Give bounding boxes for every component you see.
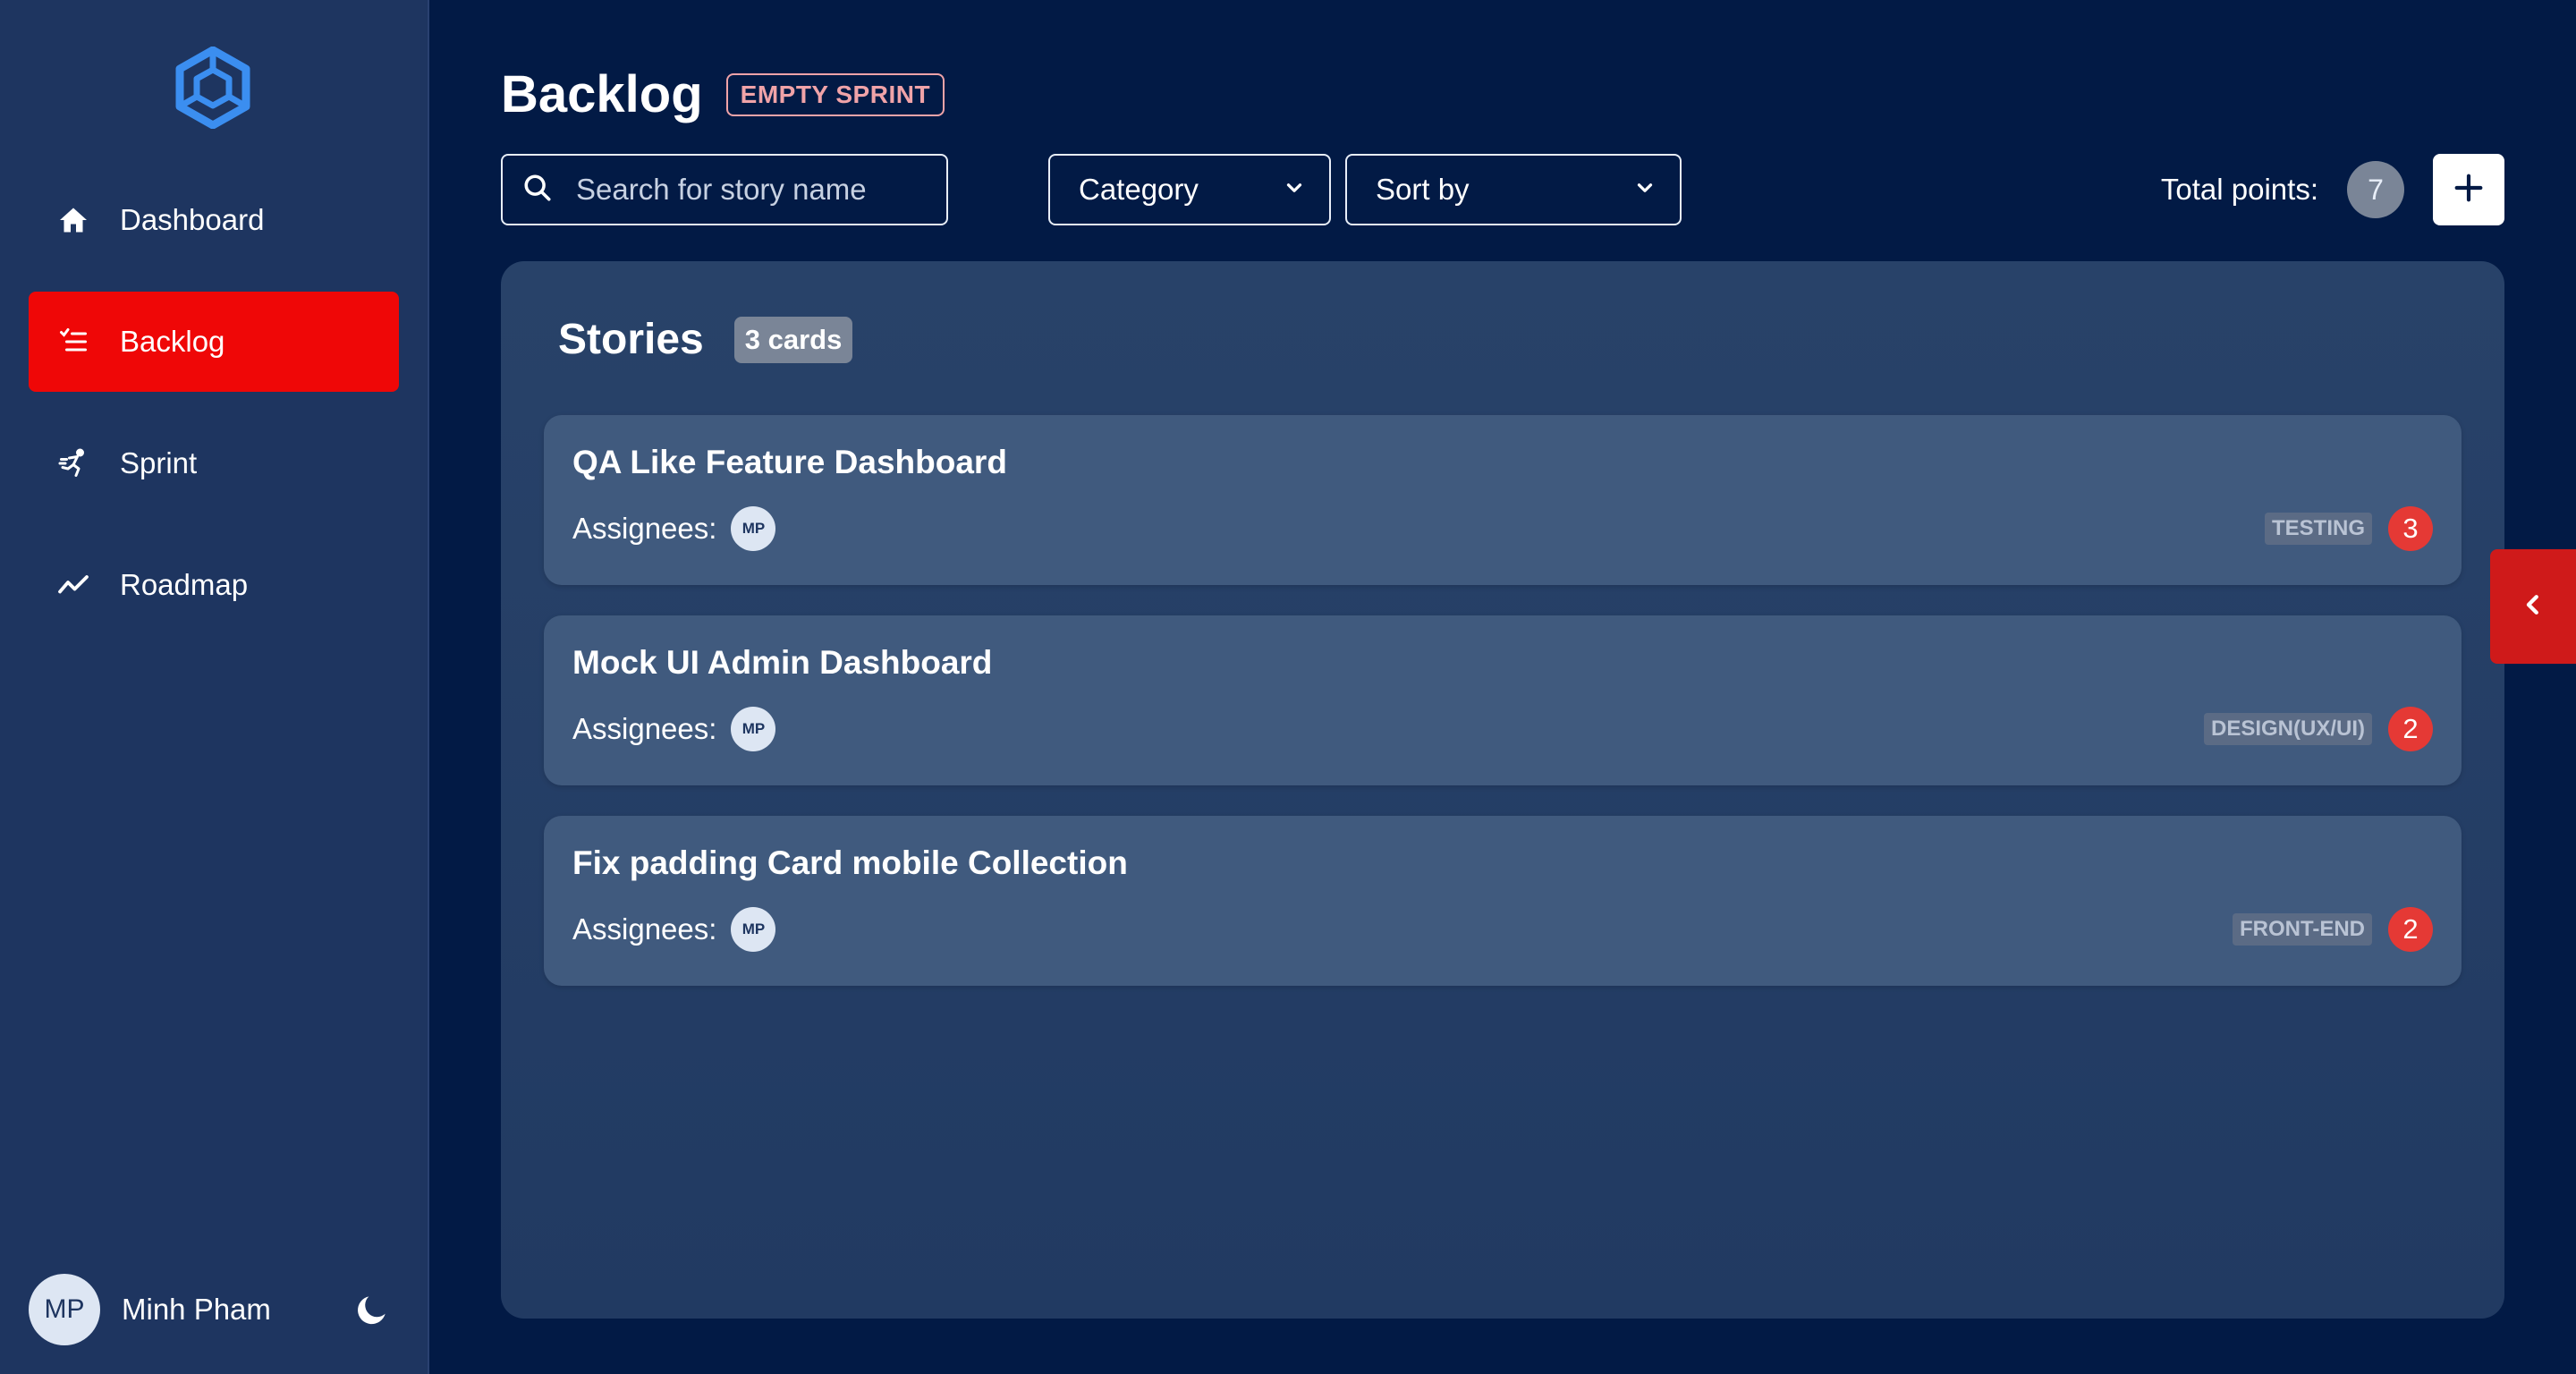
category-select-label: Category: [1079, 173, 1199, 206]
story-card[interactable]: QA Like Feature Dashboard Assignees: MP …: [544, 415, 2462, 585]
card-count-badge: 3 cards: [733, 316, 853, 363]
chevron-left-icon: [2520, 591, 2546, 623]
story-title: Fix padding Card mobile Collection: [572, 844, 1128, 881]
assignees-label: Assignees:: [572, 512, 717, 545]
search-box[interactable]: [501, 154, 948, 225]
sidebar-item-roadmap[interactable]: Roadmap: [29, 535, 399, 635]
board-header: Stories 3 cards: [558, 315, 853, 364]
sidebar-item-label: Roadmap: [120, 568, 249, 601]
page-title: Backlog: [501, 65, 703, 123]
sprint-status-badge: EMPTY SPRINT: [725, 72, 945, 116]
assignees-label: Assignees:: [572, 912, 717, 946]
story-assignees: Assignees: MP: [572, 506, 776, 551]
moon-icon[interactable]: [352, 1290, 392, 1329]
board-title: Stories: [558, 316, 704, 363]
running-icon: [57, 447, 89, 479]
list-check-icon: [57, 326, 89, 358]
assignees-label: Assignees:: [572, 712, 717, 745]
sidebar-item-label: Dashboard: [120, 203, 265, 236]
avatar[interactable]: MP: [731, 707, 776, 751]
sidebar-item-backlog[interactable]: Backlog: [29, 292, 399, 392]
page-header: Backlog EMPTY SPRINT: [501, 64, 945, 124]
chevron-down-icon: [1283, 173, 1306, 207]
story-points-badge: 2: [2388, 707, 2433, 751]
story-title: QA Like Feature Dashboard: [572, 444, 1007, 480]
story-list: QA Like Feature Dashboard Assignees: MP …: [544, 415, 2462, 1016]
sort-select-label: Sort by: [1376, 173, 1470, 206]
main-content: Backlog EMPTY SPRINT Category Sort by: [429, 0, 2576, 1374]
story-card[interactable]: Fix padding Card mobile Collection Assig…: [544, 816, 2462, 986]
avatar[interactable]: MP: [731, 907, 776, 952]
sidebar-item-label: Backlog: [120, 325, 225, 358]
trend-line-icon: [57, 569, 89, 601]
category-tag: DESIGN(UX/UI): [2203, 713, 2372, 745]
category-select[interactable]: Category: [1048, 154, 1331, 225]
sort-select[interactable]: Sort by: [1345, 154, 1682, 225]
stories-board: Stories 3 cards QA Like Feature Dashboar…: [501, 261, 2504, 1319]
story-assignees: Assignees: MP: [572, 907, 776, 952]
user-name: Minh Pham: [122, 1293, 271, 1326]
story-card[interactable]: Mock UI Admin Dashboard Assignees: MP DE…: [544, 615, 2462, 785]
total-points-badge: 7: [2347, 161, 2404, 218]
add-story-button[interactable]: [2433, 154, 2504, 225]
sidebar-nav: Dashboard Backlog Sprint Roadmap: [29, 190, 399, 657]
sidebar-item-dashboard[interactable]: Dashboard: [29, 170, 399, 270]
home-icon: [57, 204, 89, 236]
category-tag: FRONT-END: [2233, 913, 2372, 946]
sidebar: Dashboard Backlog Sprint Roadmap MP Minh…: [0, 0, 429, 1374]
story-meta: DESIGN(UX/UI) 2: [2203, 707, 2433, 751]
sidebar-item-label: Sprint: [120, 446, 198, 479]
search-input[interactable]: [576, 173, 934, 207]
toolbar: Category Sort by Total points: 7: [501, 154, 2504, 225]
total-points: Total points: 7: [2161, 154, 2504, 225]
plus-icon: [2451, 170, 2487, 210]
sidebar-item-sprint[interactable]: Sprint: [29, 413, 399, 513]
hexagon-cube-icon[interactable]: [175, 46, 250, 130]
story-points-badge: 2: [2388, 907, 2433, 952]
app-root: Dashboard Backlog Sprint Roadmap MP Minh…: [0, 0, 2576, 1374]
avatar[interactable]: MP: [29, 1274, 100, 1345]
story-meta: TESTING 3: [2264, 506, 2433, 551]
collapse-panel-button[interactable]: [2490, 549, 2576, 664]
search-icon: [522, 173, 553, 208]
chevron-down-icon: [1633, 173, 1657, 207]
story-title: Mock UI Admin Dashboard: [572, 644, 993, 681]
total-points-label: Total points:: [2160, 173, 2318, 206]
category-tag: TESTING: [2264, 513, 2372, 545]
story-meta: FRONT-END 2: [2233, 907, 2433, 952]
story-assignees: Assignees: MP: [572, 707, 776, 751]
user-profile[interactable]: MP Minh Pham: [29, 1274, 399, 1345]
avatar[interactable]: MP: [731, 506, 776, 551]
story-points-badge: 3: [2388, 506, 2433, 551]
